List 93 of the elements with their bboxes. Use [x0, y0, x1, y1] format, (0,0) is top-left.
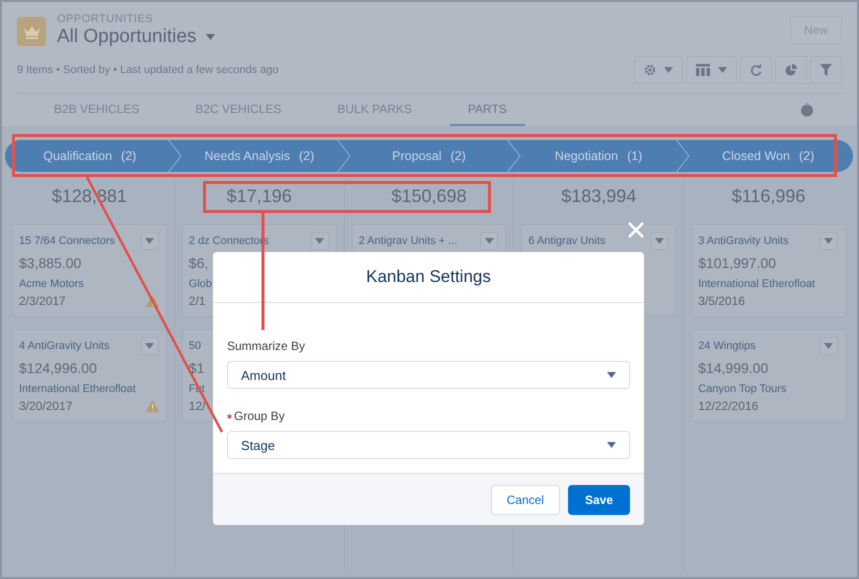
- card-date: 2/3/2017: [19, 294, 66, 308]
- column-total: $116,996: [730, 185, 806, 208]
- circle-icon: [800, 103, 814, 117]
- close-icon[interactable]: [627, 221, 645, 239]
- caret-icon: [664, 67, 673, 73]
- dropdown-caret-icon: [607, 442, 616, 448]
- chevron-divider-icon: [506, 140, 521, 172]
- card-account: Canyon Top Tours: [698, 383, 786, 395]
- stage-count: (1): [627, 149, 642, 163]
- chevron-divider-icon: [168, 140, 182, 172]
- card-date: 12/22/2016: [698, 399, 758, 413]
- select-field[interactable]: Amount: [227, 361, 630, 389]
- card-title: 3 AntiGravity Units: [698, 235, 789, 247]
- required-icon: [227, 414, 232, 418]
- stage-count: (2): [298, 149, 314, 163]
- card-date: 3/5/2016: [698, 294, 745, 308]
- card-menu-button[interactable]: [310, 232, 329, 250]
- card-date: 2/1: [188, 294, 206, 308]
- card-date: 12/: [188, 399, 206, 413]
- card-title: 15 7/64 Connectors: [19, 235, 116, 247]
- refresh-icon: [750, 64, 762, 76]
- card-title: 50: [188, 340, 202, 352]
- column-total: $183,994: [560, 185, 638, 208]
- refresh-button[interactable]: [740, 56, 772, 84]
- card-amount: $6,: [188, 255, 208, 271]
- settings-icon: [644, 64, 656, 76]
- select-field[interactable]: Stage: [227, 431, 630, 459]
- opportunity-card[interactable]: 4 AntiGravity Units $124,996.00 International Etherofloat 3/20/2017: [12, 329, 167, 422]
- field-label: Group By: [234, 409, 285, 423]
- card-account: Glob: [188, 278, 212, 290]
- dialog-title: Kanban Settings: [366, 267, 491, 287]
- list-title: All Opportunities: [57, 26, 196, 48]
- card-amount: $14,999.00: [698, 360, 768, 376]
- card-menu-button[interactable]: [650, 232, 668, 250]
- path-stage[interactable]: Negotiation (1): [514, 140, 684, 172]
- stage-label: Qualification: [43, 149, 112, 163]
- card-amount: $124,996.00: [19, 360, 97, 376]
- chevron-divider-icon: [337, 140, 352, 172]
- stage-label: Needs Analysis: [204, 149, 290, 163]
- caret-icon: [718, 67, 727, 73]
- settings-menu-button[interactable]: [634, 56, 683, 84]
- card-amount: $3,885.00: [19, 255, 82, 271]
- card-account: International Etherofloat: [698, 278, 815, 290]
- display-menu-button[interactable]: [686, 56, 737, 84]
- crown-icon: [17, 17, 46, 46]
- dropdown-caret-icon: [206, 34, 216, 40]
- card-title: 6 Antigrav Units: [528, 235, 606, 247]
- caret-icon: [654, 238, 664, 244]
- card-menu-button[interactable]: [480, 232, 498, 250]
- card-menu-button[interactable]: [820, 337, 838, 355]
- stage-label: Closed Won: [722, 149, 790, 163]
- path-stage[interactable]: Closed Won (2): [683, 140, 853, 172]
- caret-icon: [315, 238, 324, 244]
- caret-icon: [824, 343, 834, 349]
- card-account: Acme Motors: [19, 278, 84, 290]
- filter-button[interactable]: [810, 56, 842, 84]
- card-date: 3/20/2017: [19, 399, 72, 413]
- dropdown-caret-icon: [607, 372, 616, 378]
- pie-chart-icon: [785, 64, 797, 76]
- card-title: 24 Wingtips: [698, 340, 756, 352]
- card-title: 4 AntiGravity Units: [19, 340, 110, 352]
- save-button[interactable]: Save: [568, 485, 630, 515]
- opportunity-card[interactable]: 24 Wingtips $14,999.00 Canyon Top Tours 12/22/2016: [691, 329, 846, 422]
- caret-icon: [484, 238, 494, 244]
- column-total: $150,698: [390, 185, 468, 208]
- path-stage[interactable]: Qualification (2): [5, 140, 175, 172]
- stage-count: (2): [121, 149, 136, 163]
- caret-icon: [824, 238, 834, 244]
- caret-icon: [145, 343, 154, 349]
- path-stage[interactable]: Needs Analysis (2): [174, 140, 344, 172]
- chevron-divider-icon: [676, 140, 690, 172]
- stage-label: Negotiation: [554, 149, 618, 163]
- card-account: International Etherofloat: [19, 383, 136, 395]
- card-menu-button[interactable]: [140, 337, 159, 355]
- column-total: $17,196: [226, 185, 293, 208]
- stage-count: (2): [798, 149, 814, 163]
- stage-count: (2): [450, 149, 466, 163]
- card-title: 2 Antigrav Units + ...: [358, 235, 458, 247]
- list-info: 9 Items • Sorted by • Last updated a few seconds ago: [17, 64, 278, 76]
- cancel-button[interactable]: Cancel: [490, 485, 560, 515]
- table-icon: [696, 64, 710, 76]
- chart-button[interactable]: [775, 56, 807, 84]
- card-menu-button[interactable]: [140, 232, 159, 250]
- opportunity-card[interactable]: 3 AntiGravity Units $101,997.00 International Etherofloat 3/5/2016: [691, 224, 846, 317]
- filter-icon: [820, 64, 832, 76]
- tab[interactable]: PARTS: [450, 94, 525, 126]
- caret-icon: [145, 238, 154, 244]
- field-label: Summarize By: [227, 339, 306, 353]
- opportunity-card[interactable]: 15 7/64 Connectors $3,885.00 Acme Motors 2/3/2017: [12, 224, 167, 317]
- path-stage[interactable]: Proposal (2): [344, 140, 514, 172]
- card-amount: $101,997.00: [698, 255, 776, 271]
- stage-label: Proposal: [392, 149, 442, 163]
- card-menu-button[interactable]: [820, 232, 838, 250]
